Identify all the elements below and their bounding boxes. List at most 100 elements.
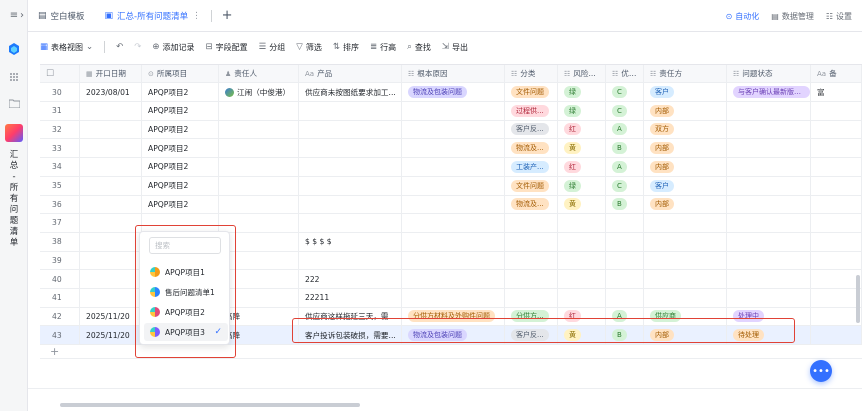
table-row[interactable]: 36 APQP项目2 物流及... 黄 B 内部 <box>40 195 862 215</box>
cell-open-date[interactable] <box>80 101 142 120</box>
cell-category[interactable]: 文件问题 <box>505 176 558 195</box>
cell-open-date[interactable] <box>80 232 142 251</box>
cell-remark[interactable] <box>811 176 862 195</box>
cell-project[interactable]: APQP项目2 <box>142 83 219 101</box>
app-logo-icon[interactable] <box>5 40 23 58</box>
cell-product[interactable] <box>299 251 402 270</box>
cell-issue-status[interactable] <box>727 195 811 214</box>
cell-open-date[interactable] <box>80 195 142 214</box>
cell-product[interactable] <box>299 195 402 214</box>
table-row[interactable]: 30 2023/08/01 APQP项目2 江闹（中俊港） 供应商未按图纸要求加工...… <box>40 83 862 102</box>
cell-responsible-party[interactable] <box>644 251 727 270</box>
cell-responsible-party[interactable]: 内部 <box>644 157 727 176</box>
cell-issue-status[interactable]: 与客户确认最新版本开... <box>727 83 811 101</box>
cell-category[interactable]: 客户反... <box>505 120 558 139</box>
find-button[interactable]: ⌕ 查找 <box>407 42 431 53</box>
cell-remark[interactable] <box>811 120 862 139</box>
table-row[interactable]: 33 APQP项目2 物流及... 黄 B 内部 <box>40 139 862 159</box>
cell-product[interactable] <box>299 101 402 120</box>
cell-open-date[interactable] <box>80 157 142 176</box>
cell-root-cause[interactable] <box>402 157 505 176</box>
cell-issue-status[interactable] <box>727 270 811 288</box>
cell-priority[interactable]: C <box>606 101 644 120</box>
cell-open-date[interactable] <box>80 213 142 232</box>
cell-responsible-party[interactable] <box>644 288 727 307</box>
cell-category[interactable] <box>505 232 558 251</box>
cell-risk[interactable] <box>558 232 606 251</box>
apps-grid-icon[interactable] <box>5 68 23 86</box>
cell-project[interactable]: APQP项目2 <box>142 139 219 158</box>
cell-issue-status[interactable] <box>727 101 811 120</box>
cell-owner[interactable] <box>219 139 299 158</box>
view-switch-button[interactable]: ▦ 表格视图 ⌄ <box>40 42 93 53</box>
cell-root-cause[interactable] <box>402 213 505 232</box>
cell-root-cause[interactable]: 物流及包装问题 <box>402 83 505 101</box>
cell-product[interactable] <box>299 176 402 195</box>
add-record-button[interactable]: ⊕ 添加记录 <box>152 42 194 53</box>
cell-open-date[interactable] <box>80 176 142 195</box>
cell-issue-status[interactable] <box>727 288 811 307</box>
tab-blank-template[interactable]: ▤ 空白模板 <box>28 0 95 32</box>
table-row[interactable]: 31 APQP项目2 过程供... 绿 C 内部 <box>40 101 862 121</box>
cell-category[interactable]: 工装产... <box>505 157 558 176</box>
cell-remark[interactable] <box>811 270 862 288</box>
cell-root-cause[interactable] <box>402 232 505 251</box>
cell-remark[interactable] <box>811 195 862 214</box>
column-header[interactable]: ☷ 风险... <box>558 65 606 82</box>
cell-risk[interactable]: 黄 <box>558 195 606 214</box>
cell-risk[interactable] <box>558 270 606 288</box>
cell-priority[interactable] <box>606 232 644 251</box>
undo-button[interactable]: ↶ <box>116 42 123 52</box>
cell-issue-status[interactable] <box>727 251 811 270</box>
cell-root-cause[interactable] <box>402 101 505 120</box>
cell-category[interactable] <box>505 213 558 232</box>
cell-category[interactable]: 物流及... <box>505 139 558 158</box>
cell-priority[interactable]: C <box>606 83 644 101</box>
column-header[interactable]: Aa 备 <box>811 65 862 82</box>
cell-project[interactable]: APQP项目2 <box>142 120 219 139</box>
cell-product[interactable]: 供应商未按图纸要求加工... <box>299 83 402 101</box>
cell-project[interactable]: APQP项目2 <box>142 157 219 176</box>
cell-priority[interactable]: B <box>606 139 644 158</box>
cell-root-cause[interactable] <box>402 270 505 288</box>
cell-open-date[interactable]: 2025/11/20 <box>80 307 142 326</box>
cell-risk[interactable] <box>558 213 606 232</box>
cell-product[interactable] <box>299 120 402 139</box>
column-header[interactable]: ☷ 优先级 <box>606 65 644 82</box>
cell-remark[interactable] <box>811 213 862 232</box>
cell-risk[interactable]: 绿 <box>558 176 606 195</box>
cell-remark[interactable]: 富 <box>811 83 862 101</box>
cell-open-date[interactable] <box>80 120 142 139</box>
group-button[interactable]: ☰ 分组 <box>259 42 286 53</box>
cell-open-date[interactable]: 2025/11/20 <box>80 326 142 345</box>
row-height-button[interactable]: ≣ 行高 <box>370 42 396 53</box>
field-config-button[interactable]: ⊟ 字段配置 <box>206 42 248 53</box>
cell-product[interactable] <box>299 157 402 176</box>
cell-issue-status[interactable] <box>727 232 811 251</box>
cell-responsible-party[interactable] <box>644 232 727 251</box>
cell-remark[interactable] <box>811 307 862 326</box>
cell-owner[interactable] <box>219 157 299 176</box>
cell-category[interactable] <box>505 288 558 307</box>
cell-risk[interactable]: 红 <box>558 120 606 139</box>
cell-remark[interactable] <box>811 326 862 345</box>
cell-responsible-party[interactable]: 内部 <box>644 139 727 158</box>
vertical-scrollbar[interactable] <box>856 275 860 323</box>
automation-button[interactable]: ⊙ 自动化 <box>726 11 760 22</box>
cell-risk[interactable] <box>558 288 606 307</box>
cell-issue-status[interactable] <box>727 139 811 158</box>
cell-category[interactable]: 过程供... <box>505 101 558 120</box>
column-header[interactable]: ☷ 根本原因 <box>402 65 505 82</box>
cell-root-cause[interactable] <box>402 288 505 307</box>
cell-priority[interactable]: A <box>606 157 644 176</box>
cell-root-cause[interactable] <box>402 195 505 214</box>
cell-responsible-party[interactable]: 双方 <box>644 120 727 139</box>
column-header[interactable]: ☷ 责任方 <box>644 65 727 82</box>
cell-remark[interactable] <box>811 232 862 251</box>
cell-remark[interactable] <box>811 157 862 176</box>
cell-priority[interactable]: B <box>606 195 644 214</box>
table-row[interactable]: 32 APQP项目2 客户反... 红 A 双方 <box>40 120 862 140</box>
tab-more-icon[interactable]: ⋮ <box>192 11 201 21</box>
cell-responsible-party[interactable]: 客户 <box>644 176 727 195</box>
cell-owner[interactable]: 江闹（中俊港） <box>219 83 299 101</box>
